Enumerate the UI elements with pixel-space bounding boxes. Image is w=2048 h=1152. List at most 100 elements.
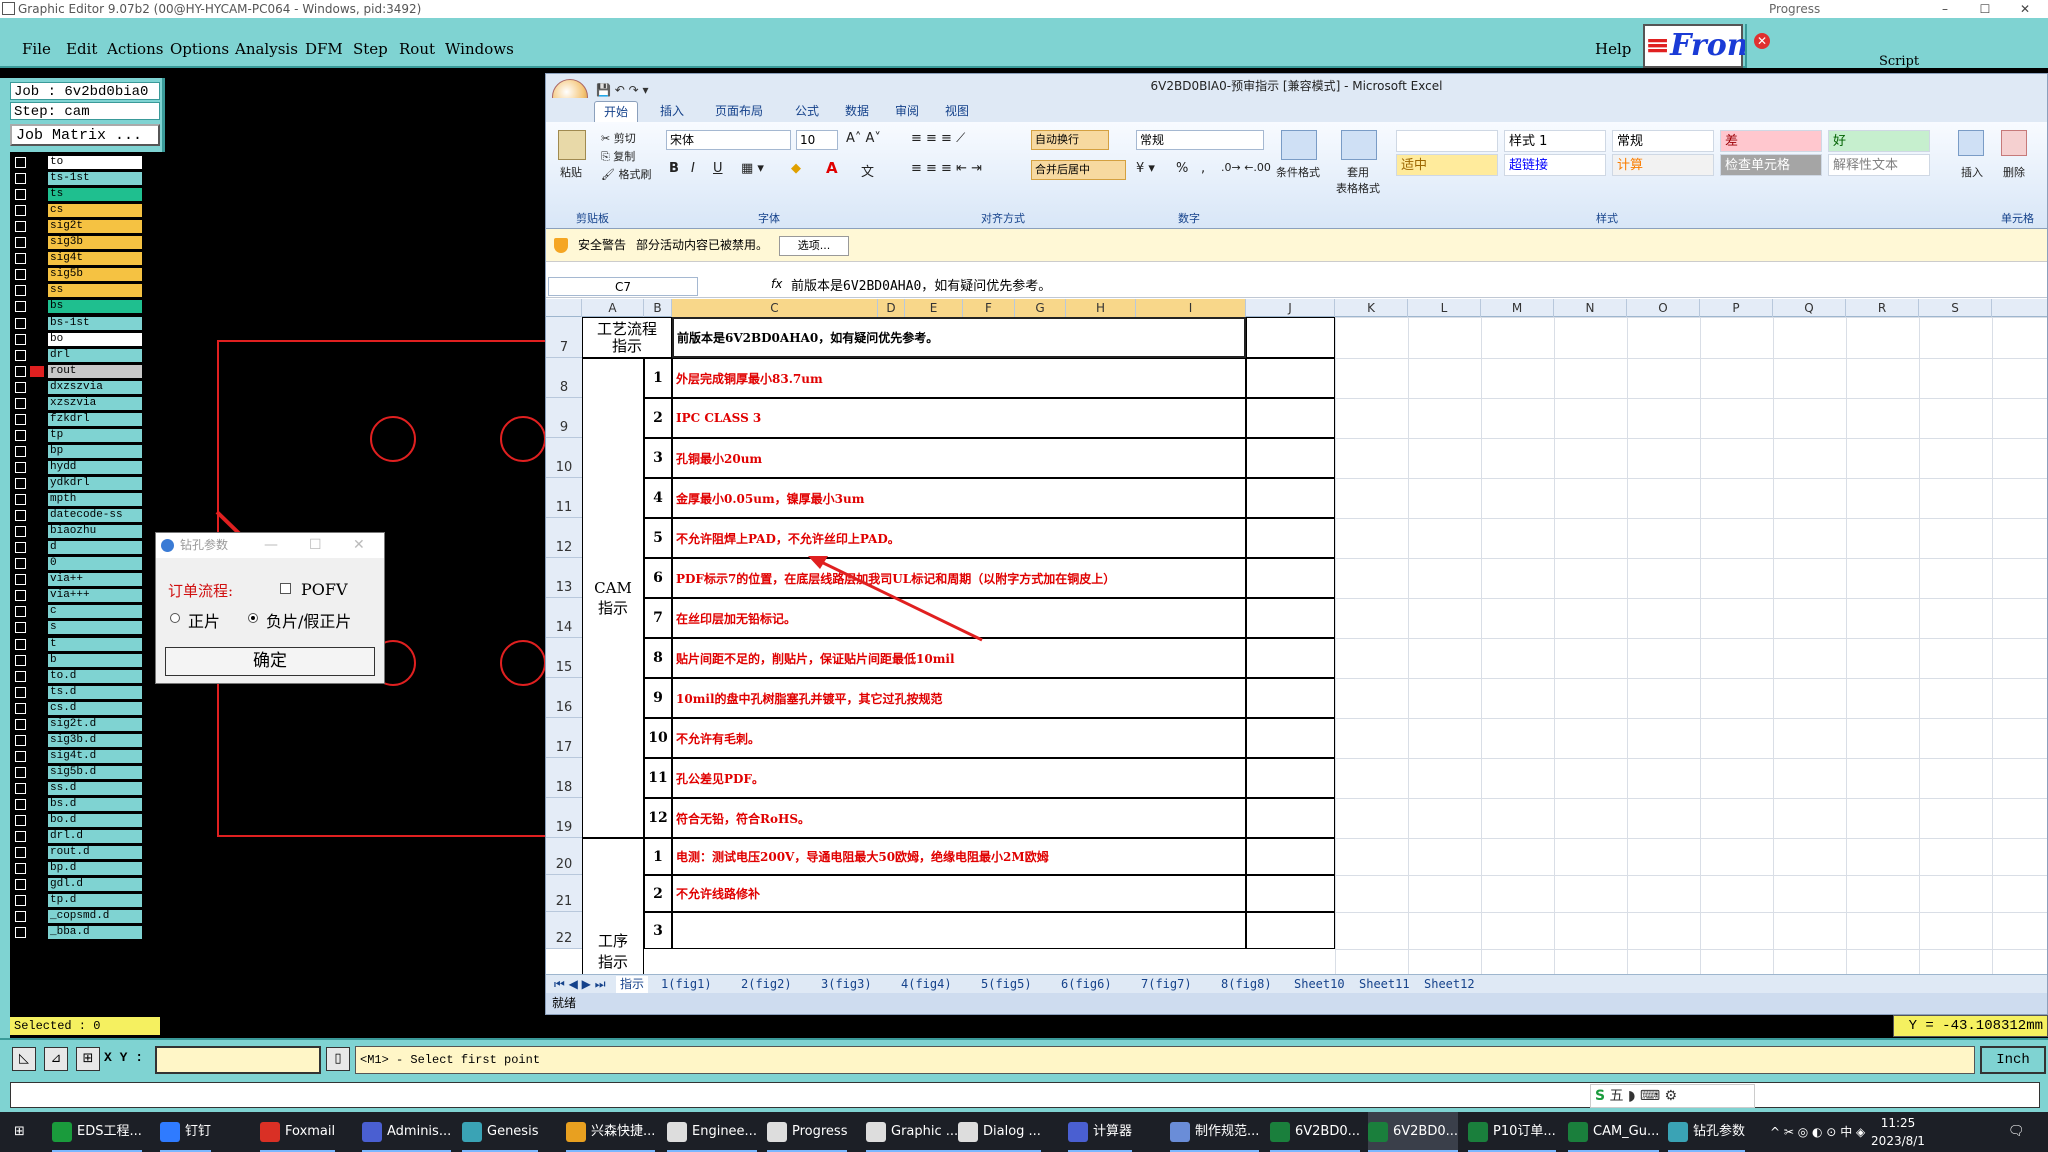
layer-row[interactable]: drl.d xyxy=(12,830,162,844)
layer-checkbox[interactable] xyxy=(15,911,26,923)
sheet-tab[interactable]: 指示 xyxy=(616,976,649,993)
style-cell[interactable]: 适中 xyxy=(1396,154,1498,176)
layer-checkbox[interactable] xyxy=(15,253,26,265)
layer-row[interactable]: 0 xyxy=(12,557,162,571)
layer-checkbox[interactable] xyxy=(15,461,26,473)
function-icon[interactable]: fx xyxy=(771,277,782,291)
layer-row[interactable]: ts xyxy=(12,188,162,202)
format-painter-button[interactable]: 🖌 格式刷 xyxy=(601,166,651,182)
taskbar-app[interactable]: Graphic ... xyxy=(866,1112,959,1152)
tray-icons[interactable]: ^ ✂ ◎ ◐ ⊙ 中 ◈ xyxy=(1770,1112,1865,1152)
name-box[interactable]: C7 xyxy=(548,277,698,296)
layer-checkbox[interactable] xyxy=(15,799,26,810)
layer-checkbox[interactable] xyxy=(15,558,26,570)
layer-checkbox[interactable] xyxy=(15,734,26,746)
layer-checkbox[interactable] xyxy=(15,526,26,538)
italic-button[interactable]: I xyxy=(691,161,695,176)
layer-checkbox[interactable] xyxy=(15,718,26,730)
layer-row[interactable]: cs xyxy=(12,204,162,218)
layer-row[interactable]: sig3b.d xyxy=(12,733,162,747)
layer-name[interactable]: xzszvia xyxy=(48,396,142,410)
menu-analysis[interactable]: Analysis xyxy=(235,40,298,58)
layer-row[interactable]: rout.d xyxy=(12,846,162,860)
job-matrix-button[interactable]: Job Matrix ... xyxy=(10,124,160,146)
layer-row[interactable]: _copsmd.d xyxy=(12,910,162,924)
layer-name[interactable]: tp.d xyxy=(48,894,142,908)
layer-name[interactable]: ydkdrl xyxy=(48,477,142,490)
style-cell[interactable] xyxy=(1396,130,1498,152)
maximize-icon[interactable]: ☐ xyxy=(309,533,322,558)
menu-help[interactable]: Help xyxy=(1595,40,1631,58)
cut-button[interactable]: ✂ 剪切 xyxy=(601,130,636,146)
delete-cells-button[interactable]: 删除 xyxy=(2003,164,2025,180)
layer-name[interactable]: 0 xyxy=(48,557,142,571)
worksheet-grid[interactable]: ABCDEFGHIJKLMNOPQRS 7 8 9 10 11 12 13 14 15 16 17 1… xyxy=(546,299,2047,979)
align-top-icon[interactable]: ≡ ≡ ≡ ⟋ xyxy=(911,131,965,146)
comma-button[interactable]: , xyxy=(1201,161,1205,176)
layer-row[interactable]: bp xyxy=(12,444,162,458)
font-size-select[interactable]: 10 xyxy=(796,130,838,150)
layer-checkbox[interactable] xyxy=(15,670,26,682)
taskbar-app[interactable]: Genesis xyxy=(462,1112,539,1152)
layer-checkbox[interactable] xyxy=(15,301,26,313)
layer-checkbox[interactable] xyxy=(15,221,26,233)
layer-row[interactable]: tp.d xyxy=(12,894,162,908)
layer-checkbox[interactable] xyxy=(15,927,26,939)
sheet-tab[interactable]: 8(fig8) xyxy=(1221,976,1272,993)
menu-step[interactable]: Step xyxy=(353,40,388,58)
measure-icon[interactable]: ⊿ xyxy=(44,1047,68,1071)
taskbar-app[interactable]: 计算器 xyxy=(1068,1112,1133,1152)
layer-row[interactable]: via++ xyxy=(12,573,162,587)
xy-input[interactable] xyxy=(155,1046,321,1074)
layer-name[interactable]: sig3b xyxy=(48,236,142,250)
minimize-icon[interactable]: — xyxy=(264,533,278,558)
layer-checkbox[interactable] xyxy=(15,157,26,168)
style-cell[interactable]: 好 xyxy=(1828,130,1930,152)
layer-checkbox[interactable] xyxy=(15,654,26,666)
table-format-icon[interactable] xyxy=(1341,130,1377,160)
layer-row[interactable]: bs xyxy=(12,300,162,314)
maximize-button[interactable]: ☐ xyxy=(1965,0,2005,18)
menu-rout[interactable]: Rout xyxy=(399,40,435,58)
layer-name[interactable]: ts xyxy=(48,188,142,202)
layer-name[interactable]: ss xyxy=(48,284,142,298)
menu-dfm[interactable]: DFM xyxy=(305,40,343,58)
layer-name[interactable]: drl xyxy=(48,348,142,362)
layer-checkbox[interactable] xyxy=(15,782,26,794)
taskbar-app[interactable]: 6V2BD0... xyxy=(1368,1112,1459,1152)
layer-checkbox[interactable] xyxy=(15,478,26,489)
currency-icon[interactable]: ¥ ▾ xyxy=(1136,161,1155,176)
underline-button[interactable]: U xyxy=(713,161,723,176)
layer-checkbox[interactable] xyxy=(15,445,26,457)
radio-negative[interactable] xyxy=(248,613,258,623)
taskbar-app[interactable]: Enginee... xyxy=(667,1112,757,1152)
layer-checkbox[interactable] xyxy=(15,831,26,843)
layer-name[interactable]: sig2t xyxy=(48,220,142,234)
layer-row[interactable]: bo.d xyxy=(12,814,162,828)
style-cell[interactable]: 检查单元格 xyxy=(1720,154,1822,176)
ok-button[interactable]: 确定 xyxy=(165,647,375,676)
layer-name[interactable]: via+++ xyxy=(48,589,142,603)
layer-name[interactable]: b xyxy=(48,653,142,667)
layer-row[interactable]: tp xyxy=(12,428,162,442)
paste-icon[interactable] xyxy=(558,130,586,160)
layer-checkbox[interactable] xyxy=(15,622,26,634)
layer-row[interactable]: _bba.d xyxy=(12,926,162,940)
layer-row[interactable]: xzszvia xyxy=(12,396,162,410)
align-left-icon[interactable]: ≡ ≡ ≡ ⇤ ⇥ xyxy=(911,161,982,176)
tab-insert[interactable]: 插入 xyxy=(651,101,693,122)
menu-actions[interactable]: Actions xyxy=(107,40,163,58)
taskbar-app[interactable]: Foxmail xyxy=(260,1112,336,1152)
taskbar-app[interactable]: 钉钉 xyxy=(160,1112,212,1152)
tab-page-layout[interactable]: 页面布局 xyxy=(706,101,772,122)
layer-checkbox[interactable] xyxy=(15,285,26,297)
layer-checkbox[interactable] xyxy=(15,205,26,217)
layer-name[interactable]: bs xyxy=(48,300,142,314)
layer-name[interactable]: bs.d xyxy=(48,798,142,811)
layer-name[interactable]: sig5b xyxy=(48,268,142,282)
layer-name[interactable]: _copsmd.d xyxy=(48,910,142,924)
layer-checkbox[interactable] xyxy=(15,879,26,891)
sheet-nav-icon[interactable]: ⏮ ◀ ▶ ⏭ xyxy=(554,976,606,993)
layer-name[interactable]: sig3b.d xyxy=(48,733,142,747)
decimal-icon[interactable]: .0→ ←.00 xyxy=(1221,161,1271,174)
